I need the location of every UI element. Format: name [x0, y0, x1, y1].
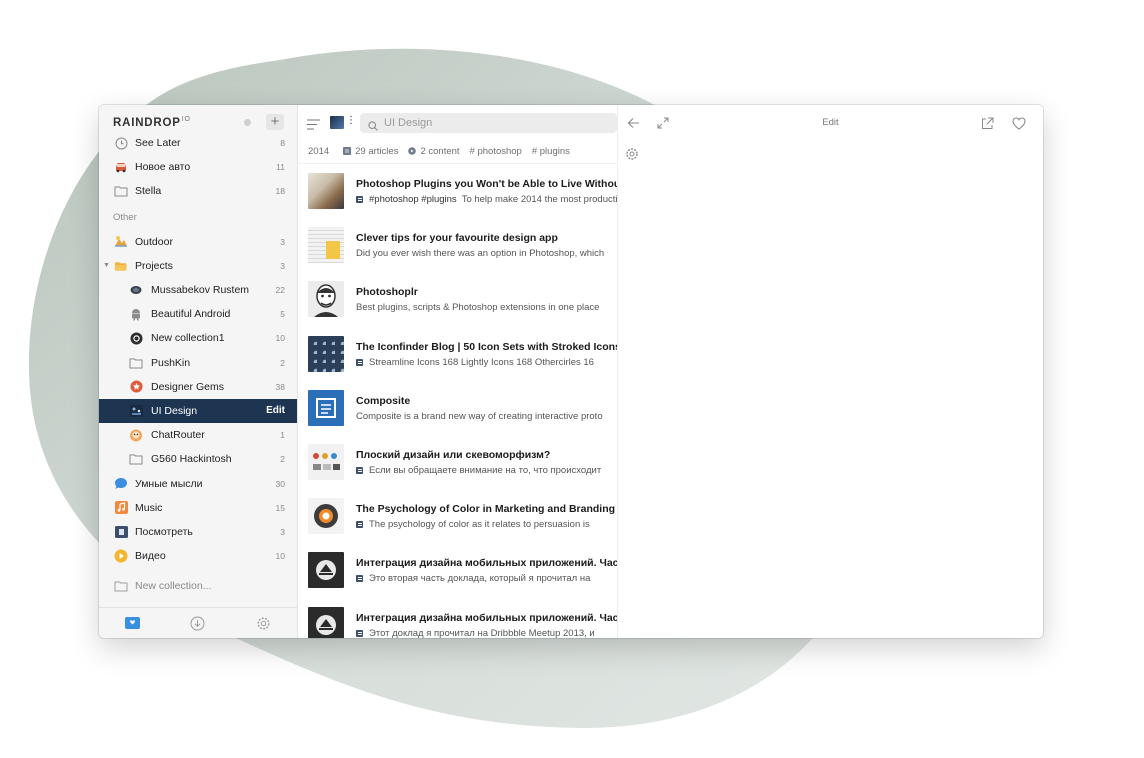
sidebar-item-posmotret[interactable]: Посмотреть 3	[99, 520, 297, 544]
folder-add-icon	[114, 580, 128, 593]
outdoor-icon	[114, 235, 128, 248]
sidebar-item-designer-gems[interactable]: Designer Gems 38	[99, 375, 297, 399]
settings-gear-icon[interactable]	[625, 147, 639, 161]
film-icon	[114, 525, 128, 538]
bookmark-thumbnail	[308, 498, 344, 535]
article-type-icon	[356, 629, 363, 637]
filter-bar: 2014 29 articles 2 content # photoshop #…	[298, 139, 617, 164]
detail-header: Edit	[618, 105, 1043, 139]
bookmark-item[interactable]: Composite Composite is a brand new way o…	[298, 382, 617, 436]
folder-icon	[129, 453, 143, 466]
bookmark-thumbnail	[308, 281, 344, 318]
ui-design-icon	[129, 404, 143, 417]
collection-list: See Later 8 Новое авто 11 Stella 18 Othe…	[99, 131, 297, 598]
article-type-icon	[356, 575, 363, 583]
new-collection-button[interactable]: New collection...	[99, 574, 297, 598]
sidebar-item-umnye-mysli[interactable]: Умные мысли 30	[99, 471, 297, 495]
bookmark-tags: #photoshop #plugins	[369, 194, 457, 205]
menu-icon[interactable]	[307, 117, 320, 130]
filter-tag-plugins[interactable]: # plugins	[532, 146, 570, 157]
search-icon	[368, 118, 378, 131]
sidebar-bottom-bar	[99, 607, 297, 638]
clock-icon	[114, 137, 128, 150]
bookmark-thumbnail	[308, 606, 344, 638]
sidebar-item-stella[interactable]: Stella 18	[99, 179, 297, 203]
chat-bubble-icon	[114, 477, 128, 490]
filter-content[interactable]: 2 content	[408, 146, 460, 157]
collection-thumbnail	[330, 116, 344, 129]
article-type-icon	[356, 521, 363, 529]
bookmark-item[interactable]: Photoshop Plugins you Won't be Able to L…	[298, 165, 617, 219]
brand-logo: RAINDROPIO	[113, 115, 191, 129]
bookmark-item[interactable]: The Iconfinder Blog | 50 Icon Sets with …	[298, 328, 617, 382]
chrome-icon	[129, 332, 143, 345]
filter-year[interactable]: 2014	[308, 146, 329, 157]
folder-icon	[129, 356, 143, 369]
sidebar-item-ui-design[interactable]: UI Design Edit	[99, 398, 297, 424]
play-icon	[114, 549, 128, 563]
sidebar-item-see-later[interactable]: See Later 8	[99, 131, 297, 155]
filter-tag-photoshop[interactable]: # photoshop	[470, 146, 522, 157]
bookmark-thumbnail	[308, 552, 344, 589]
sidebar-item-projects[interactable]: ▼ Projects 3	[99, 254, 297, 278]
app-window: RAINDROPIO + See Later 8 Новое авто 11 S…	[99, 105, 1043, 638]
section-other-label: Other	[113, 212, 137, 224]
sidebar: RAINDROPIO + See Later 8 Новое авто 11 S…	[99, 105, 298, 638]
car-icon	[114, 161, 128, 174]
article-type-icon	[356, 466, 363, 474]
sidebar-item-video[interactable]: Видео 10	[99, 544, 297, 568]
bookmark-item[interactable]: Photoshoplr Best plugins, scripts & Phot…	[298, 273, 617, 327]
bookmark-thumbnail	[308, 173, 344, 209]
bookmark-thumbnail	[308, 227, 344, 264]
sidebar-item-new-collection1[interactable]: New collection1 10	[99, 326, 297, 350]
bookmark-item[interactable]: Интеграция дизайна мобильных приложений.…	[298, 599, 617, 638]
bookmarks-tab-icon[interactable]	[124, 615, 140, 631]
star-badge-icon	[129, 380, 143, 393]
sidebar-item-mussabekov-rustem[interactable]: Mussabekov Rustem 22	[99, 278, 297, 302]
sidebar-item-pushkin[interactable]: PushKin 2	[99, 351, 297, 375]
filter-articles[interactable]: 29 articles	[343, 146, 398, 157]
detail-panel: Edit	[617, 105, 1043, 638]
add-collection-button[interactable]: +	[266, 114, 284, 130]
edit-collection-button[interactable]: Edit	[266, 405, 285, 416]
content-icon	[408, 147, 417, 155]
bookmark-item[interactable]: Clever tips for your favourite design ap…	[298, 219, 617, 273]
article-icon	[343, 147, 352, 155]
sidebar-item-chatrouter[interactable]: ChatRouter 1	[99, 423, 297, 447]
settings-gear-icon[interactable]	[255, 615, 271, 631]
folder-icon	[114, 185, 128, 198]
bookmark-list-panel: ⋮ 2014 29 articles 2 content # photoshop…	[298, 105, 617, 638]
download-icon[interactable]	[189, 615, 205, 631]
sidebar-item-novoe-avto[interactable]: Новое авто 11	[99, 155, 297, 179]
sidebar-item-g560-hackintosh[interactable]: G560 Hackintosh 2	[99, 447, 297, 471]
folder-open-icon	[114, 259, 128, 272]
chatrouter-icon	[129, 429, 143, 442]
bookmark-items: Photoshop Plugins you Won't be Able to L…	[298, 165, 617, 638]
bookmark-item[interactable]: Плоский дизайн или скевоморфизм? Если вы…	[298, 436, 617, 490]
bookmark-item[interactable]: Интеграция дизайна мобильных приложений.…	[298, 544, 617, 598]
music-icon	[114, 501, 128, 515]
bookmark-thumbnail	[308, 335, 344, 372]
search-input[interactable]	[384, 117, 604, 129]
sidebar-item-outdoor[interactable]: Outdoor 3	[99, 230, 297, 254]
android-icon	[129, 308, 143, 321]
sync-indicator	[244, 119, 251, 126]
bookmark-thumbnail	[308, 389, 344, 426]
open-external-icon[interactable]	[980, 116, 994, 130]
bookmark-thumbnail	[308, 443, 344, 480]
more-options-icon[interactable]: ⋮	[346, 115, 356, 126]
heart-icon[interactable]	[1012, 116, 1026, 130]
article-type-icon	[356, 196, 363, 203]
list-toolbar: ⋮	[298, 105, 617, 139]
avatar-icon	[129, 284, 143, 297]
chevron-down-icon[interactable]: ▼	[103, 262, 110, 269]
search-box	[360, 113, 617, 133]
sidebar-item-beautiful-android[interactable]: Beautiful Android 5	[99, 302, 297, 326]
sidebar-item-music[interactable]: Music 15	[99, 496, 297, 520]
bookmark-item[interactable]: The Psychology of Color in Marketing and…	[298, 490, 617, 544]
article-type-icon	[356, 358, 363, 366]
